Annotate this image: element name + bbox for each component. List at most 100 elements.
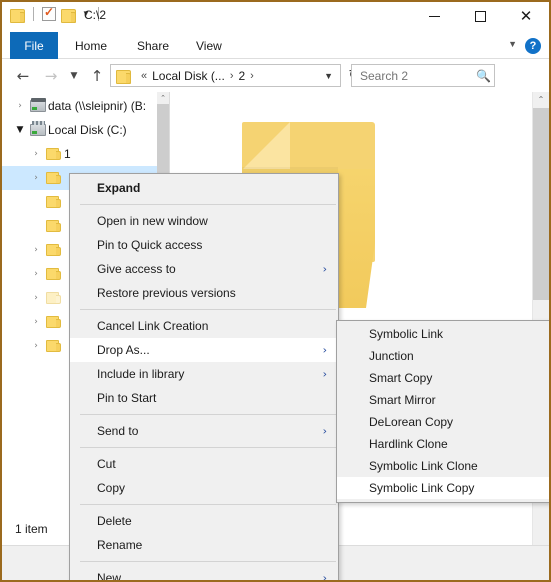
search-input[interactable] (358, 67, 476, 84)
chevron-right-icon[interactable]: › (28, 173, 44, 183)
tab-file[interactable]: File (10, 32, 58, 59)
close-button[interactable]: ✕ (503, 2, 549, 31)
recent-locations-icon[interactable]: ▼ (66, 65, 82, 87)
tree-item-label: Local Disk (C:) (48, 123, 127, 137)
help-icon[interactable]: ? (525, 38, 541, 54)
menu-item-label: Delete (97, 514, 132, 528)
chevron-right-icon[interactable]: › (28, 245, 44, 255)
menu-item-delete[interactable]: Delete (70, 509, 338, 533)
submenu-item-smart-copy[interactable]: Smart Copy (337, 367, 549, 389)
folder-icon[interactable] (10, 8, 25, 23)
breadcrumb[interactable]: « Local Disk (... › 2 › ▼ (110, 64, 341, 87)
tab-share[interactable]: Share (126, 32, 180, 59)
menu-item-include-in-library[interactable]: Include in library › (70, 362, 338, 386)
submenu-item-label: Hardlink Clone (369, 437, 448, 451)
menu-item-new[interactable]: New › (70, 566, 338, 582)
search-icon[interactable]: 🔍 (476, 69, 491, 83)
drop-as-submenu[interactable]: Symbolic Link Junction Smart Copy Smart … (336, 320, 549, 503)
network-drive-icon (28, 98, 48, 112)
tree-item-data-sleipnir[interactable]: › data (\\sleipnir) (B: (2, 94, 157, 118)
menu-item-label: Restore previous versions (97, 286, 236, 300)
chevron-right-icon: › (322, 571, 327, 582)
submenu-item-symbolic-link-copy[interactable]: Symbolic Link Copy (337, 477, 549, 499)
tree-item-folder-1[interactable]: › 1 (2, 142, 157, 166)
chevron-down-icon[interactable]: ▼ (508, 39, 517, 49)
folder-icon (44, 171, 64, 185)
submenu-item-label: Smart Mirror (369, 393, 436, 407)
folder-icon-dimmed (44, 291, 64, 305)
menu-item-pin-to-quick-access[interactable]: Pin to Quick access (70, 233, 338, 257)
tree-item-local-disk-c[interactable]: ▼ Local Disk (C:) (2, 118, 157, 142)
folder-icon (44, 243, 64, 257)
explorer-window: ▼ C:\2 ✕ File Home Share View ▼ ? ← → ▼ … (0, 0, 551, 582)
breadcrumb-item-drive[interactable]: Local Disk (... (152, 69, 225, 83)
properties-icon[interactable] (42, 5, 56, 21)
menu-separator (80, 504, 336, 505)
tree-item-label: data (\\sleipnir) (B: (48, 99, 147, 113)
menu-item-restore-previous-versions[interactable]: Restore previous versions (70, 281, 338, 305)
chevron-down-icon[interactable]: ▼ (324, 71, 337, 81)
menu-item-label: Copy (97, 481, 126, 495)
submenu-item-hardlink-clone[interactable]: Hardlink Clone (337, 433, 549, 455)
up-button[interactable]: ↑ (86, 65, 108, 87)
ribbon-tab-bar: File Home Share View ▼ ? (2, 32, 549, 59)
submenu-item-label: DeLorean Copy (369, 415, 454, 429)
menu-item-label: Cancel Link Creation (97, 319, 209, 333)
back-button[interactable]: ← (12, 65, 34, 87)
minimize-button[interactable] (411, 2, 457, 31)
menu-separator (80, 204, 336, 205)
menu-item-drop-as[interactable]: Drop As... › (70, 338, 338, 362)
new-folder-icon[interactable] (61, 8, 76, 23)
chevron-right-icon[interactable]: › (28, 149, 44, 159)
menu-item-open-in-new-window[interactable]: Open in new window (70, 209, 338, 233)
menu-item-give-access-to[interactable]: Give access to › (70, 257, 338, 281)
menu-item-label: Cut (97, 457, 116, 471)
menu-item-label: Expand (97, 181, 141, 195)
scrollbar-thumb[interactable] (533, 108, 549, 300)
search-box[interactable]: 🔍 (351, 64, 495, 87)
submenu-item-label: Symbolic Link (369, 327, 444, 341)
breadcrumb-overflow-icon[interactable]: « (136, 70, 152, 82)
menu-item-pin-to-start[interactable]: Pin to Start (70, 386, 338, 410)
context-menu[interactable]: Expand Open in new window Pin to Quick a… (69, 173, 339, 582)
tab-view[interactable]: View (185, 32, 233, 59)
menu-item-cut[interactable]: Cut (70, 452, 338, 476)
breadcrumb-item-folder[interactable]: 2 (238, 69, 245, 83)
folder-icon (44, 315, 64, 329)
tab-home[interactable]: Home (64, 32, 118, 59)
menu-item-label: Pin to Quick access (97, 238, 203, 252)
chevron-right-icon[interactable]: › (28, 293, 44, 303)
submenu-item-symbolic-link[interactable]: Symbolic Link (337, 323, 549, 345)
address-bar: ← → ▼ ↑ « Local Disk (... › 2 › ▼ ↻ 🔍 (2, 59, 549, 92)
menu-item-send-to[interactable]: Send to › (70, 419, 338, 443)
submenu-item-label: Symbolic Link Clone (369, 459, 478, 473)
menu-item-expand[interactable]: Expand (70, 176, 338, 200)
scroll-up-icon[interactable]: ⌃ (157, 92, 169, 104)
submenu-item-symbolic-link-clone[interactable]: Symbolic Link Clone (337, 455, 549, 477)
chevron-down-icon[interactable]: ▼ (12, 125, 28, 135)
menu-item-cancel-link-creation[interactable]: Cancel Link Creation (70, 314, 338, 338)
submenu-item-label: Symbolic Link Copy (369, 481, 475, 495)
folder-icon (44, 195, 64, 209)
chevron-right-icon[interactable]: › (28, 269, 44, 279)
submenu-item-junction[interactable]: Junction (337, 345, 549, 367)
submenu-item-smart-mirror[interactable]: Smart Mirror (337, 389, 549, 411)
menu-separator (80, 309, 336, 310)
chevron-right-icon: › (322, 367, 327, 381)
chevron-right-icon: › (322, 343, 327, 357)
menu-item-label: New (97, 571, 122, 582)
menu-item-rename[interactable]: Rename (70, 533, 338, 557)
menu-item-copy[interactable]: Copy (70, 476, 338, 500)
submenu-item-delorean-copy[interactable]: DeLorean Copy (337, 411, 549, 433)
scroll-up-icon[interactable]: ⌃ (533, 92, 549, 108)
forward-button[interactable]: → (40, 65, 62, 87)
tree-item-label: 1 (64, 147, 71, 161)
chevron-right-icon[interactable]: › (28, 341, 44, 351)
breadcrumb-separator-2[interactable]: › (245, 70, 259, 82)
folder-icon (44, 339, 64, 353)
maximize-button[interactable] (457, 2, 503, 31)
breadcrumb-separator-1[interactable]: › (225, 70, 239, 82)
chevron-right-icon[interactable]: › (28, 317, 44, 327)
chevron-right-icon[interactable]: › (12, 101, 28, 111)
menu-item-label: Open in new window (97, 214, 208, 228)
